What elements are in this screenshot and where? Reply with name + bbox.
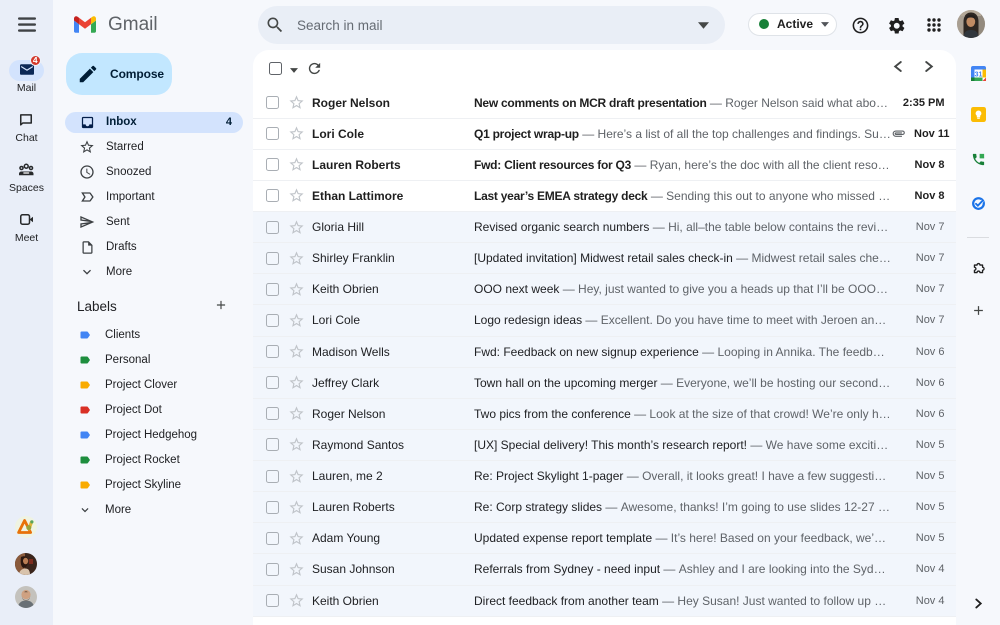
- svg-text:31: 31: [975, 71, 983, 78]
